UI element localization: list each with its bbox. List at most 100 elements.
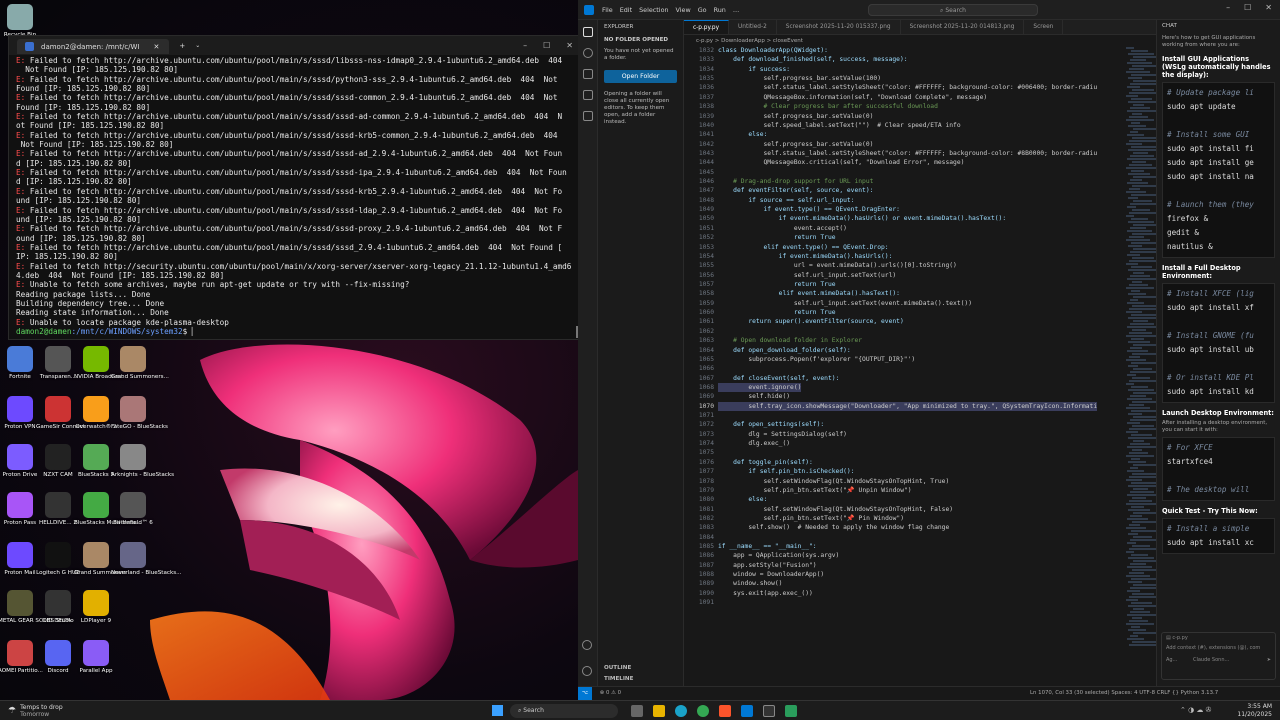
task-view-icon[interactable] [631, 705, 643, 717]
desktop-icon[interactable]: Arknights - BlueStacks [111, 444, 174, 478]
remote-icon[interactable]: ⌥ [578, 687, 592, 700]
code-line[interactable]: 1075 [684, 448, 1124, 457]
taskbar-search[interactable]: ⌕ Search [510, 704, 618, 718]
code-line[interactable]: 1090 sys.exit(app.exec_()) [684, 589, 1124, 598]
code-block[interactable]: # Install XFCE (lig sudo apt install xf #… [1162, 283, 1275, 403]
run-debug-icon[interactable] [582, 90, 593, 100]
editor-tab[interactable]: c-p.py.py [684, 20, 730, 34]
code-line[interactable]: 1058 elif event.mimeData().hasText(): [684, 289, 1124, 298]
chrome-icon[interactable] [697, 705, 709, 717]
code-line[interactable]: 1055 url = event.mimeData().urls()[0].to… [684, 261, 1124, 270]
code-line[interactable]: 1071 [684, 411, 1124, 420]
attached-file[interactable]: ▤ c-p.py [1166, 635, 1271, 641]
status-right[interactable]: Ln 1070, Col 33 (30 selected) Spaces: 4 … [1030, 687, 1218, 700]
code-line[interactable]: 1066 [684, 364, 1124, 373]
green-app-icon[interactable] [785, 705, 797, 717]
code-line[interactable]: 1067 def closeEvent(self, event): [684, 374, 1124, 383]
code-line[interactable]: 1040 self.speed_label.setText("") # Clea… [684, 121, 1124, 130]
chat-input-placeholder[interactable]: Add context (#), extensions (@), com [1166, 645, 1271, 651]
code-line[interactable]: 1064 def open_download_folder(self): [684, 346, 1124, 355]
editor-tab[interactable]: Untitled-2 [729, 20, 777, 34]
code-line[interactable]: 1061 return super().eventFilter(source, … [684, 317, 1124, 326]
code-line[interactable]: 1044 QMessageBox.critical(self, "Downloa… [684, 158, 1124, 167]
code-line[interactable]: 1056 self.url_input.setText(url) [684, 271, 1124, 280]
code-line[interactable]: 1085 if __name__ == "__main__": [684, 542, 1124, 551]
terminal-prompt[interactable]: damon2@damen:/mnt/c/WINDOWS/system32$ ▏ [16, 327, 574, 336]
desktop-icon[interactable]: FateGO - BlueStacks [111, 396, 168, 430]
desktop-icon[interactable]: Parallel App [74, 640, 118, 674]
weather-icon[interactable]: ☂ [8, 706, 16, 716]
code-line[interactable]: 1032 class DownloaderApp(QWidget): [684, 46, 1124, 55]
code-line[interactable]: 1062 [684, 327, 1124, 336]
code-line[interactable]: 1091 [684, 598, 1124, 607]
command-search[interactable]: ⌕ Search [868, 4, 1038, 16]
close-window-icon[interactable]: ✕ [1265, 3, 1272, 12]
code-line[interactable]: 1089 window.show() [684, 579, 1124, 588]
code-line[interactable]: 1034 if success: [684, 65, 1124, 74]
send-icon[interactable]: ➤ [1267, 657, 1271, 663]
code-line[interactable]: 1072 def open_settings(self): [684, 420, 1124, 429]
desktop-icon[interactable]: Recycle Bin [0, 4, 42, 38]
code-line[interactable]: 1038 # Clear progress bar after successf… [684, 102, 1124, 111]
source-control-icon[interactable] [582, 69, 593, 79]
code-block[interactable]: # Update package li sudo apt update # Ins… [1162, 82, 1275, 258]
code-line[interactable]: 1078 self.setWindowFlag(Qt.WindowStaysOn… [684, 477, 1124, 486]
code-line[interactable]: 1041 else: [684, 130, 1124, 139]
code-line[interactable]: 1069 self.hide() [684, 392, 1124, 401]
code-line[interactable]: 1087 app.setStyle("Fusion") [684, 561, 1124, 570]
clock[interactable]: 3:55 AM 11/20/2025 [1224, 703, 1272, 718]
code-line[interactable]: 1043 self.status_label.setStyleSheet("co… [684, 149, 1124, 158]
no-folder-header[interactable]: NO FOLDER OPENED [604, 37, 677, 44]
search-icon[interactable] [582, 48, 593, 58]
code-line[interactable]: 1033 def download_finished(self, success… [684, 55, 1124, 64]
code-line[interactable]: 1036 self.status_label.setStyleSheet("co… [684, 83, 1124, 92]
code-line[interactable]: 1053 elif event.type() == QEvent.Drop: [684, 243, 1124, 252]
file-explorer-icon[interactable] [653, 705, 665, 717]
code-line[interactable]: 1073 dlg = SettingsDialog(self) [684, 430, 1124, 439]
close-window-icon[interactable]: ✕ [566, 41, 573, 50]
menu-item[interactable]: Run [714, 6, 726, 14]
code-line[interactable]: 1074 dlg.exec_() [684, 439, 1124, 448]
menu-item[interactable]: Edit [620, 6, 632, 14]
code-line[interactable]: 1082 self.pin_btn.setText("📌 Pin Window"… [684, 514, 1124, 523]
desktop-icon[interactable]: LDPlayer 9 [74, 590, 118, 624]
vscode-window[interactable]: File Edit Selection View Go Run … ⌕ Search – ☐… [578, 0, 1280, 700]
code-line[interactable]: 1047 def eventFilter(self, source, event… [684, 186, 1124, 195]
maximize-icon[interactable]: ☐ [543, 41, 550, 50]
editor-tab[interactable]: Screenshot 2025-11-20 014813.png [901, 20, 1025, 34]
code-line[interactable]: 1049 if event.type() == QEvent.DragEnter… [684, 205, 1124, 214]
files-icon[interactable] [582, 27, 593, 37]
outline-section[interactable]: OUTLINE [604, 665, 631, 672]
timeline-section[interactable]: TIMELINE [604, 676, 633, 683]
terminal-output[interactable]: E: Failed to fetch http://archive.ubuntu… [9, 55, 581, 340]
code-line[interactable]: 1048 if source == self.url_input: [684, 196, 1124, 205]
problems-indicator[interactable]: ⊗ 0 ⚠ 0 [600, 690, 621, 696]
account-icon[interactable] [582, 640, 592, 650]
weather-widget[interactable]: Temps to drop Tomorrow [20, 704, 63, 718]
code-line[interactable]: 1057 return True [684, 280, 1124, 289]
code-line[interactable]: 1060 return True [684, 308, 1124, 317]
tray-icons[interactable]: ⌃ ◑ ☁ ✇ [1180, 706, 1212, 714]
minimize-icon[interactable]: – [1226, 3, 1230, 12]
code-block[interactable]: # Install a simple sudo apt install xc [1162, 518, 1275, 554]
desktop-icon[interactable]: Grand Summoners... [111, 346, 169, 380]
menu-item[interactable]: File [602, 6, 613, 14]
minimize-icon[interactable]: – [523, 41, 527, 50]
code-line[interactable]: 1070 self.tray_icon.showMessage("Downloa… [684, 401, 1124, 412]
editor-tab[interactable]: Screen [1024, 20, 1064, 34]
code-line[interactable]: 1086 app = QApplication(sys.argv) [684, 551, 1124, 560]
code-line[interactable]: 1084 [684, 533, 1124, 542]
code-line[interactable]: 1068 event.ignore() [684, 382, 1124, 393]
chat-input[interactable]: ▤ c-p.py Add context (#), extensions (@)… [1161, 632, 1276, 680]
close-icon[interactable]: ✕ [154, 43, 160, 51]
code-line[interactable]: 1059 self.url_input.setText(event.mimeDa… [684, 299, 1124, 308]
code-line[interactable]: 1046 # Drag-and-drop support for URL inp… [684, 177, 1124, 186]
terminal-tab[interactable]: damon2@damen: /mnt/c/WI ✕ [17, 39, 170, 54]
code-line[interactable]: 1052 return True [684, 233, 1124, 242]
code-line[interactable]: 1054 if event.mimeData().hasUrls(): [684, 252, 1124, 261]
new-tab-icon[interactable]: + [179, 42, 185, 50]
menu-item[interactable]: Go [698, 6, 707, 14]
start-icon[interactable] [492, 705, 503, 716]
code-line[interactable]: 1050 if event.mimeData().hasUrls() or ev… [684, 214, 1124, 223]
desktop-icon[interactable]: Battlefield™ 6 [111, 492, 155, 526]
